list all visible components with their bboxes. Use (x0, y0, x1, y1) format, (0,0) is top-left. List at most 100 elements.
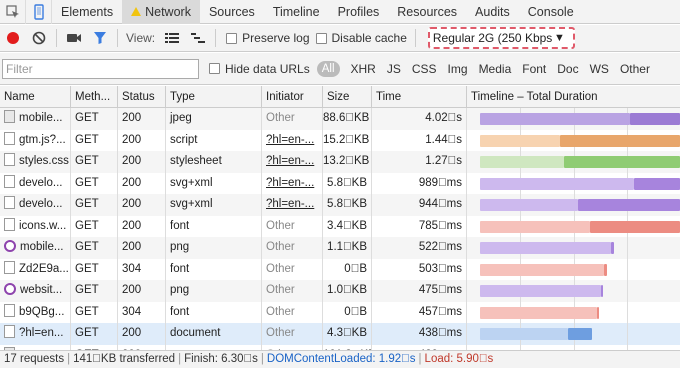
request-name: Zd2E9a... (19, 262, 69, 275)
timeline-gridline (626, 301, 628, 323)
capture-screenshots-button[interactable] (61, 25, 87, 51)
table-header: Name Meth... Status Type Initiator Size … (0, 86, 680, 108)
filter-type-img[interactable]: Img (448, 62, 468, 76)
table-row[interactable]: websit... GET 200 png Other 1.0 KB 475 ms (0, 280, 680, 302)
tab-label: Elements (61, 5, 114, 19)
filter-type-ws[interactable]: WS (590, 62, 609, 76)
tab-sources[interactable]: Sources (200, 0, 264, 24)
column-header-timeline[interactable]: Timeline – Total Duration (467, 86, 680, 108)
table-row[interactable]: ?hl=en... GET 200 document Other 4.3 KB 438 ms (0, 323, 680, 345)
time-cell: 785 ms (372, 215, 467, 237)
table-row[interactable]: mobile... GET 200 jpeg Other 88.6 KB 4.02 s (0, 108, 680, 130)
file-icon (4, 260, 15, 274)
initiator-cell[interactable]: ?hl=en-... (262, 129, 323, 151)
overview-button[interactable] (185, 25, 211, 51)
toolbar-divider (414, 29, 416, 47)
timeline-download-bar (560, 134, 680, 147)
device-mode-button[interactable] (26, 0, 52, 24)
toolbar-divider (117, 29, 118, 47)
request-name-cell[interactable]: styles.css (0, 151, 71, 173)
record-button[interactable] (0, 25, 26, 51)
column-header-status[interactable]: Status (118, 86, 166, 108)
request-name-cell[interactable]: gtm.js?... (0, 129, 71, 151)
table-row[interactable]: develo... GET 200 svg+xml ?hl=en-... 5.8 KB 98… (0, 172, 680, 194)
table-row[interactable]: b9QBg... GET 304 font Other 0 B 457 ms (0, 301, 680, 323)
request-name-cell[interactable]: b9QBg... (0, 301, 71, 323)
request-name-cell[interactable]: mobile... (0, 237, 71, 259)
column-header-method[interactable]: Meth... (71, 86, 118, 108)
image-file-icon (4, 110, 15, 124)
table-row[interactable]: develo... GET 200 svg+xml ?hl=en-... 5.8 KB 94… (0, 194, 680, 216)
request-name: styles.css (19, 155, 69, 167)
clear-button[interactable] (26, 25, 52, 51)
filter-type-other[interactable]: Other (620, 62, 650, 76)
initiator-cell[interactable]: ?hl=en-... (262, 151, 323, 173)
filter-type-xhr[interactable]: XHR (351, 62, 376, 76)
document-file-icon (4, 325, 15, 339)
size-cell: 3.4 KB (323, 215, 372, 237)
file-icon (4, 303, 15, 317)
tab-label: Network (145, 5, 191, 19)
table-row[interactable]: icons.w... GET 200 font Other 3.4 KB 785 ms (0, 215, 680, 237)
clear-icon (32, 31, 46, 45)
tab-network[interactable]: Network (122, 0, 200, 24)
tab-audits[interactable]: Audits (466, 0, 519, 24)
purple-circle-icon (4, 282, 16, 295)
timeline-download-bar (568, 328, 592, 340)
inspect-icon (5, 5, 19, 18)
disable-cache-checkbox[interactable]: Disable cache (315, 31, 407, 45)
time-cell: 1.27 s (372, 151, 467, 173)
filter-type-doc[interactable]: Doc (557, 62, 578, 76)
tab-resources[interactable]: Resources (388, 0, 466, 24)
column-header-initiator[interactable]: Initiator (262, 86, 323, 108)
table-row[interactable]: gtm.js?... GET 200 script ?hl=en-... 15.2 KB 1… (0, 129, 680, 151)
large-rows-button[interactable] (159, 25, 185, 51)
column-header-size[interactable]: Size (323, 86, 372, 108)
type-cell: svg+xml (166, 194, 262, 216)
table-row[interactable]: mobile... GET 200 png Other 1.1 KB 522 ms (0, 237, 680, 259)
view-label: View: (126, 31, 156, 45)
throttling-value: Regular 2G (250 Kbps (432, 31, 553, 45)
timeline-waiting-bar (480, 263, 604, 276)
table-row[interactable]: styles.css GET 200 stylesheet ?hl=en-... 13.2… (0, 151, 680, 173)
column-header-time[interactable]: Time (372, 86, 467, 108)
hide-data-urls-checkbox[interactable]: Hide data URLs (209, 62, 310, 76)
tab-profiles[interactable]: Profiles (329, 0, 389, 24)
request-name-cell[interactable]: Zd2E9a... (0, 258, 71, 280)
request-name-cell[interactable]: ?hl=en... (0, 323, 71, 345)
request-name-cell[interactable]: websit... (0, 280, 71, 302)
timeline-download-bar (630, 113, 680, 125)
throttling-select[interactable]: Regular 2G (250 Kbps ▼ (427, 27, 575, 49)
request-name-cell[interactable]: develo... (0, 172, 71, 194)
filter-type-css[interactable]: CSS (412, 62, 437, 76)
status-cell: 200 (118, 172, 166, 194)
tab-label: Audits (475, 5, 510, 19)
filter-type-js[interactable]: JS (387, 62, 401, 76)
column-header-type[interactable]: Type (166, 86, 262, 108)
checkbox-box (315, 32, 327, 44)
preserve-log-checkbox[interactable]: Preserve log (226, 31, 310, 45)
filter-all-button[interactable]: All (316, 60, 340, 77)
initiator-cell: Other (262, 108, 323, 130)
type-cell: document (166, 323, 262, 345)
filter-input[interactable] (2, 58, 199, 79)
tab-console[interactable]: Console (519, 0, 583, 24)
column-header-name[interactable]: Name (0, 86, 71, 108)
status-cell: 304 (118, 258, 166, 280)
filter-type-media[interactable]: Media (479, 62, 512, 76)
initiator-cell[interactable]: ?hl=en-... (262, 194, 323, 216)
inspect-element-button[interactable] (0, 0, 26, 24)
tab-elements[interactable]: Elements (52, 0, 122, 24)
initiator-cell[interactable]: ?hl=en-... (262, 172, 323, 194)
request-name-cell[interactable]: mobile... (0, 108, 71, 130)
script-file-icon (4, 131, 15, 145)
request-name-cell[interactable]: icons.w... (0, 215, 71, 237)
method-cell: GET (71, 301, 118, 323)
table-row[interactable]: Zd2E9a... GET 304 font Other 0 B 503 ms (0, 258, 680, 280)
filter-type-font[interactable]: Font (522, 62, 546, 76)
request-count: 17 requests (4, 353, 65, 365)
tab-timeline[interactable]: Timeline (264, 0, 329, 24)
filter-toggle-button[interactable] (87, 25, 113, 51)
size-cell: 88.6 KB (323, 108, 372, 130)
request-name-cell[interactable]: develo... (0, 194, 71, 216)
